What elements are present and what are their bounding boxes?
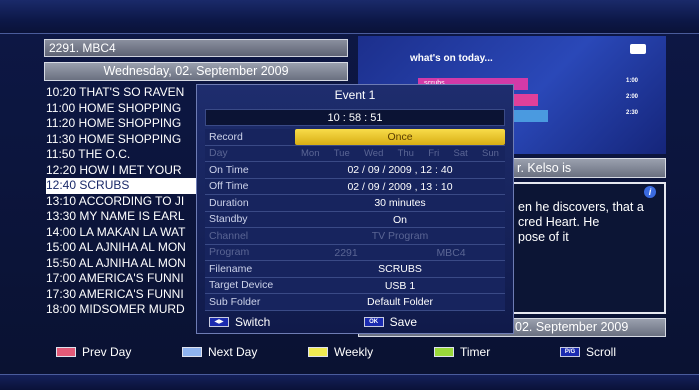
row-label: Duration bbox=[209, 196, 249, 209]
program-number: 2291 bbox=[334, 246, 358, 259]
epg-item[interactable]: 15:50 AL AJNIHA AL MON bbox=[46, 256, 196, 272]
row-label: On Time bbox=[209, 163, 249, 176]
row-filename[interactable]: Filename SCRUBS bbox=[205, 261, 505, 278]
epg-item-selected[interactable]: 12:40 SCRUBS bbox=[46, 178, 196, 194]
green-key-icon bbox=[434, 347, 454, 357]
channel-logo-icon bbox=[630, 44, 646, 54]
row-on-time[interactable]: On Time 02 / 09 / 2009 , 12 : 40 bbox=[205, 162, 505, 179]
row-label: Day bbox=[209, 147, 228, 160]
event-description: en he discovers, that a cred Heart. He p… bbox=[518, 200, 644, 244]
epg-item[interactable]: 10:20 THAT'S SO RAVEN bbox=[46, 85, 196, 101]
row-label: Filename bbox=[209, 262, 253, 275]
row-label: Record bbox=[209, 130, 243, 143]
row-label: Off Time bbox=[209, 180, 249, 193]
day-tue: Tue bbox=[333, 147, 350, 159]
red-key-icon bbox=[56, 347, 76, 357]
epg-item[interactable]: 18:00 MIDSOMER MURD bbox=[46, 302, 196, 318]
row-off-time[interactable]: Off Time 02 / 09 / 2009 , 13 : 10 bbox=[205, 178, 505, 195]
weekly-label: Weekly bbox=[334, 345, 374, 359]
sub-folder-value[interactable]: Default Folder bbox=[295, 294, 505, 310]
row-label: Standby bbox=[209, 213, 248, 226]
epg-item[interactable]: 14:00 LA MAKAN LA WAT bbox=[46, 225, 196, 241]
day-wed: Wed bbox=[363, 147, 384, 159]
top-frame bbox=[0, 0, 699, 34]
day-selector: Mon Tue Wed Thu Fri Sat Sun bbox=[295, 146, 505, 162]
next-day-label: Next Day bbox=[208, 345, 258, 359]
left-right-key-icon: ◀▶ bbox=[209, 317, 229, 327]
epg-item[interactable]: 12:20 HOW I MET YOUR bbox=[46, 163, 196, 179]
blue-key-icon bbox=[182, 347, 202, 357]
row-channel: Channel TV Program bbox=[205, 228, 505, 245]
save-label: Save bbox=[389, 315, 417, 329]
row-label: Target Device bbox=[209, 279, 274, 292]
day-fri: Fri bbox=[428, 147, 440, 159]
row-duration[interactable]: Duration 30 minutes bbox=[205, 195, 505, 212]
day-thu: Thu bbox=[397, 147, 414, 159]
timer-button[interactable]: Timer bbox=[434, 345, 490, 359]
timer-label: Timer bbox=[460, 345, 491, 359]
prev-day-label: Prev Day bbox=[82, 345, 132, 359]
day-sun: Sun bbox=[482, 147, 499, 159]
prev-day-button[interactable]: Prev Day bbox=[56, 345, 131, 359]
yellow-key-icon bbox=[308, 347, 328, 357]
channel-type-value: TV Program bbox=[371, 230, 429, 242]
switch-label: Switch bbox=[235, 315, 271, 329]
epg-item[interactable]: 13:10 ACCORDING TO JI bbox=[46, 194, 196, 210]
weekly-button[interactable]: Weekly bbox=[308, 345, 373, 359]
scroll-label: Scroll bbox=[586, 345, 617, 359]
scroll-button[interactable]: P/G Scroll bbox=[560, 345, 616, 359]
epg-item[interactable]: 17:00 AMERICA'S FUNNI bbox=[46, 271, 196, 287]
row-label: Sub Folder bbox=[209, 295, 261, 308]
program-name: MBC4 bbox=[436, 246, 466, 259]
channel-label: 2291. MBC4 bbox=[44, 39, 348, 57]
row-record[interactable]: Record Once bbox=[205, 129, 505, 146]
row-day: Day Mon Tue Wed Thu Fri Sat Sun bbox=[205, 145, 505, 162]
preview-title: what's on today... bbox=[410, 53, 493, 64]
info-icon: i bbox=[644, 186, 656, 198]
ok-key-icon: OK bbox=[363, 317, 384, 327]
epg-date: Wednesday, 02. September 2009 bbox=[44, 62, 348, 81]
day-mon: Mon bbox=[301, 147, 320, 159]
row-target-device[interactable]: Target Device USB 1 bbox=[205, 277, 505, 294]
record-mode-select[interactable]: Once bbox=[295, 129, 505, 145]
epg-item[interactable]: 11:00 HOME SHOPPING bbox=[46, 101, 196, 117]
program-value: 2291 MBC4 bbox=[295, 245, 505, 261]
row-label: Channel bbox=[209, 229, 249, 242]
page-key-icon: P/G bbox=[560, 347, 580, 357]
save-button[interactable]: OK Save bbox=[363, 315, 417, 329]
standby-value[interactable]: On bbox=[295, 212, 505, 228]
epg-list[interactable]: 10:20 THAT'S SO RAVEN 11:00 HOME SHOPPIN… bbox=[46, 85, 196, 318]
preview-time: 1:00 bbox=[625, 78, 638, 84]
day-sat: Sat bbox=[453, 147, 468, 159]
dialog-title: Event 1 bbox=[334, 88, 376, 102]
row-standby[interactable]: Standby On bbox=[205, 211, 505, 228]
row-program: Program 2291 MBC4 bbox=[205, 244, 505, 261]
epg-item[interactable]: 11:30 HOME SHOPPING bbox=[46, 132, 196, 148]
event-dialog: Event 1 10 : 58 : 51 Record Once Day Mon… bbox=[196, 84, 514, 334]
duration-value[interactable]: 30 minutes bbox=[295, 195, 505, 211]
dialog-footer: ◀▶ Switch OK Save bbox=[205, 313, 505, 331]
epg-item[interactable]: 11:20 HOME SHOPPING bbox=[46, 116, 196, 132]
epg-item[interactable]: 13:30 MY NAME IS EARL bbox=[46, 209, 196, 225]
epg-item[interactable]: 15:00 AL AJNIHA AL MON bbox=[46, 240, 196, 256]
target-device-value[interactable]: USB 1 bbox=[295, 278, 505, 294]
switch-button[interactable]: ◀▶ Switch bbox=[209, 315, 270, 329]
preview-time: 2:30 bbox=[625, 110, 638, 116]
bottom-frame bbox=[0, 374, 699, 390]
epg-item[interactable]: 17:30 AMERICA'S FUNNI bbox=[46, 287, 196, 303]
row-sub-folder[interactable]: Sub Folder Default Folder bbox=[205, 294, 505, 311]
off-time-value[interactable]: 02 / 09 / 2009 , 13 : 10 bbox=[295, 179, 505, 195]
next-day-button[interactable]: Next Day bbox=[182, 345, 257, 359]
filename-value[interactable]: SCRUBS bbox=[295, 261, 505, 277]
color-key-legend: Prev Day Next Day Weekly Timer P/G Scrol… bbox=[56, 345, 656, 359]
epg-item[interactable]: 11:50 THE O.C. bbox=[46, 147, 196, 163]
on-time-value[interactable]: 02 / 09 / 2009 , 12 : 40 bbox=[295, 162, 505, 178]
preview-time: 2:00 bbox=[625, 94, 638, 100]
current-time: 10 : 58 : 51 bbox=[205, 109, 505, 126]
row-label: Program bbox=[209, 246, 250, 259]
